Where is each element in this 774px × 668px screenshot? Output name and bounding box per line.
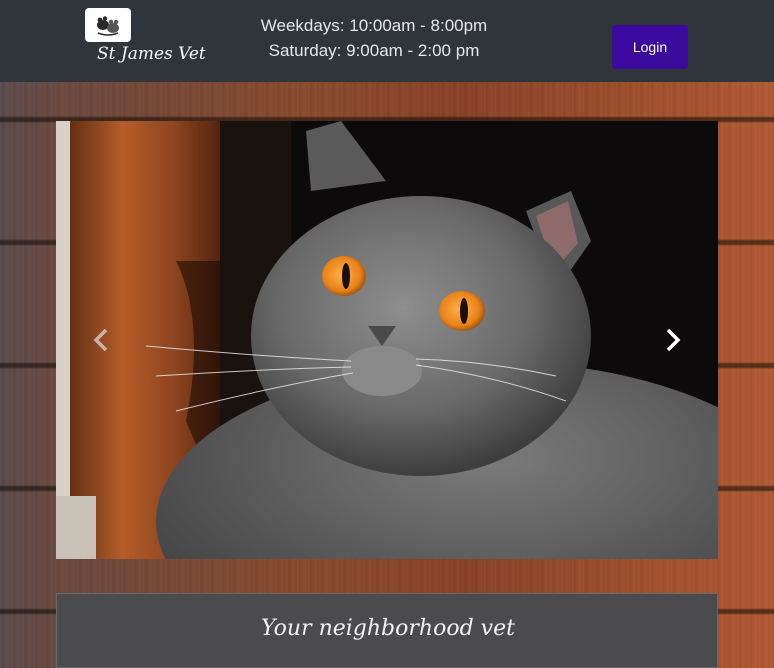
carousel-prev-button[interactable] xyxy=(56,121,146,559)
paw-pets-logo-icon xyxy=(97,16,119,36)
carousel-next-button[interactable] xyxy=(628,121,718,559)
tagline-text: Your neighborhood vet xyxy=(261,616,515,641)
brand-name[interactable]: St James Vet xyxy=(97,44,206,64)
site-header: St James Vet Weekdays: 10:00am - 8:00pm … xyxy=(0,0,774,82)
hours-saturday: Saturday: 9:00am - 2:00 pm xyxy=(268,41,480,60)
site-logo[interactable] xyxy=(85,8,131,42)
chevron-left-icon xyxy=(93,328,108,352)
cat-photo xyxy=(56,121,718,559)
opening-hours: Weekdays: 10:00am - 8:00pm Saturday: 9:0… xyxy=(240,13,508,63)
hours-weekdays: Weekdays: 10:00am - 8:00pm xyxy=(260,16,488,35)
chevron-right-icon xyxy=(666,328,681,352)
login-button[interactable]: Login xyxy=(612,25,688,69)
image-carousel xyxy=(56,121,718,559)
tagline-panel: Your neighborhood vet xyxy=(56,593,718,668)
